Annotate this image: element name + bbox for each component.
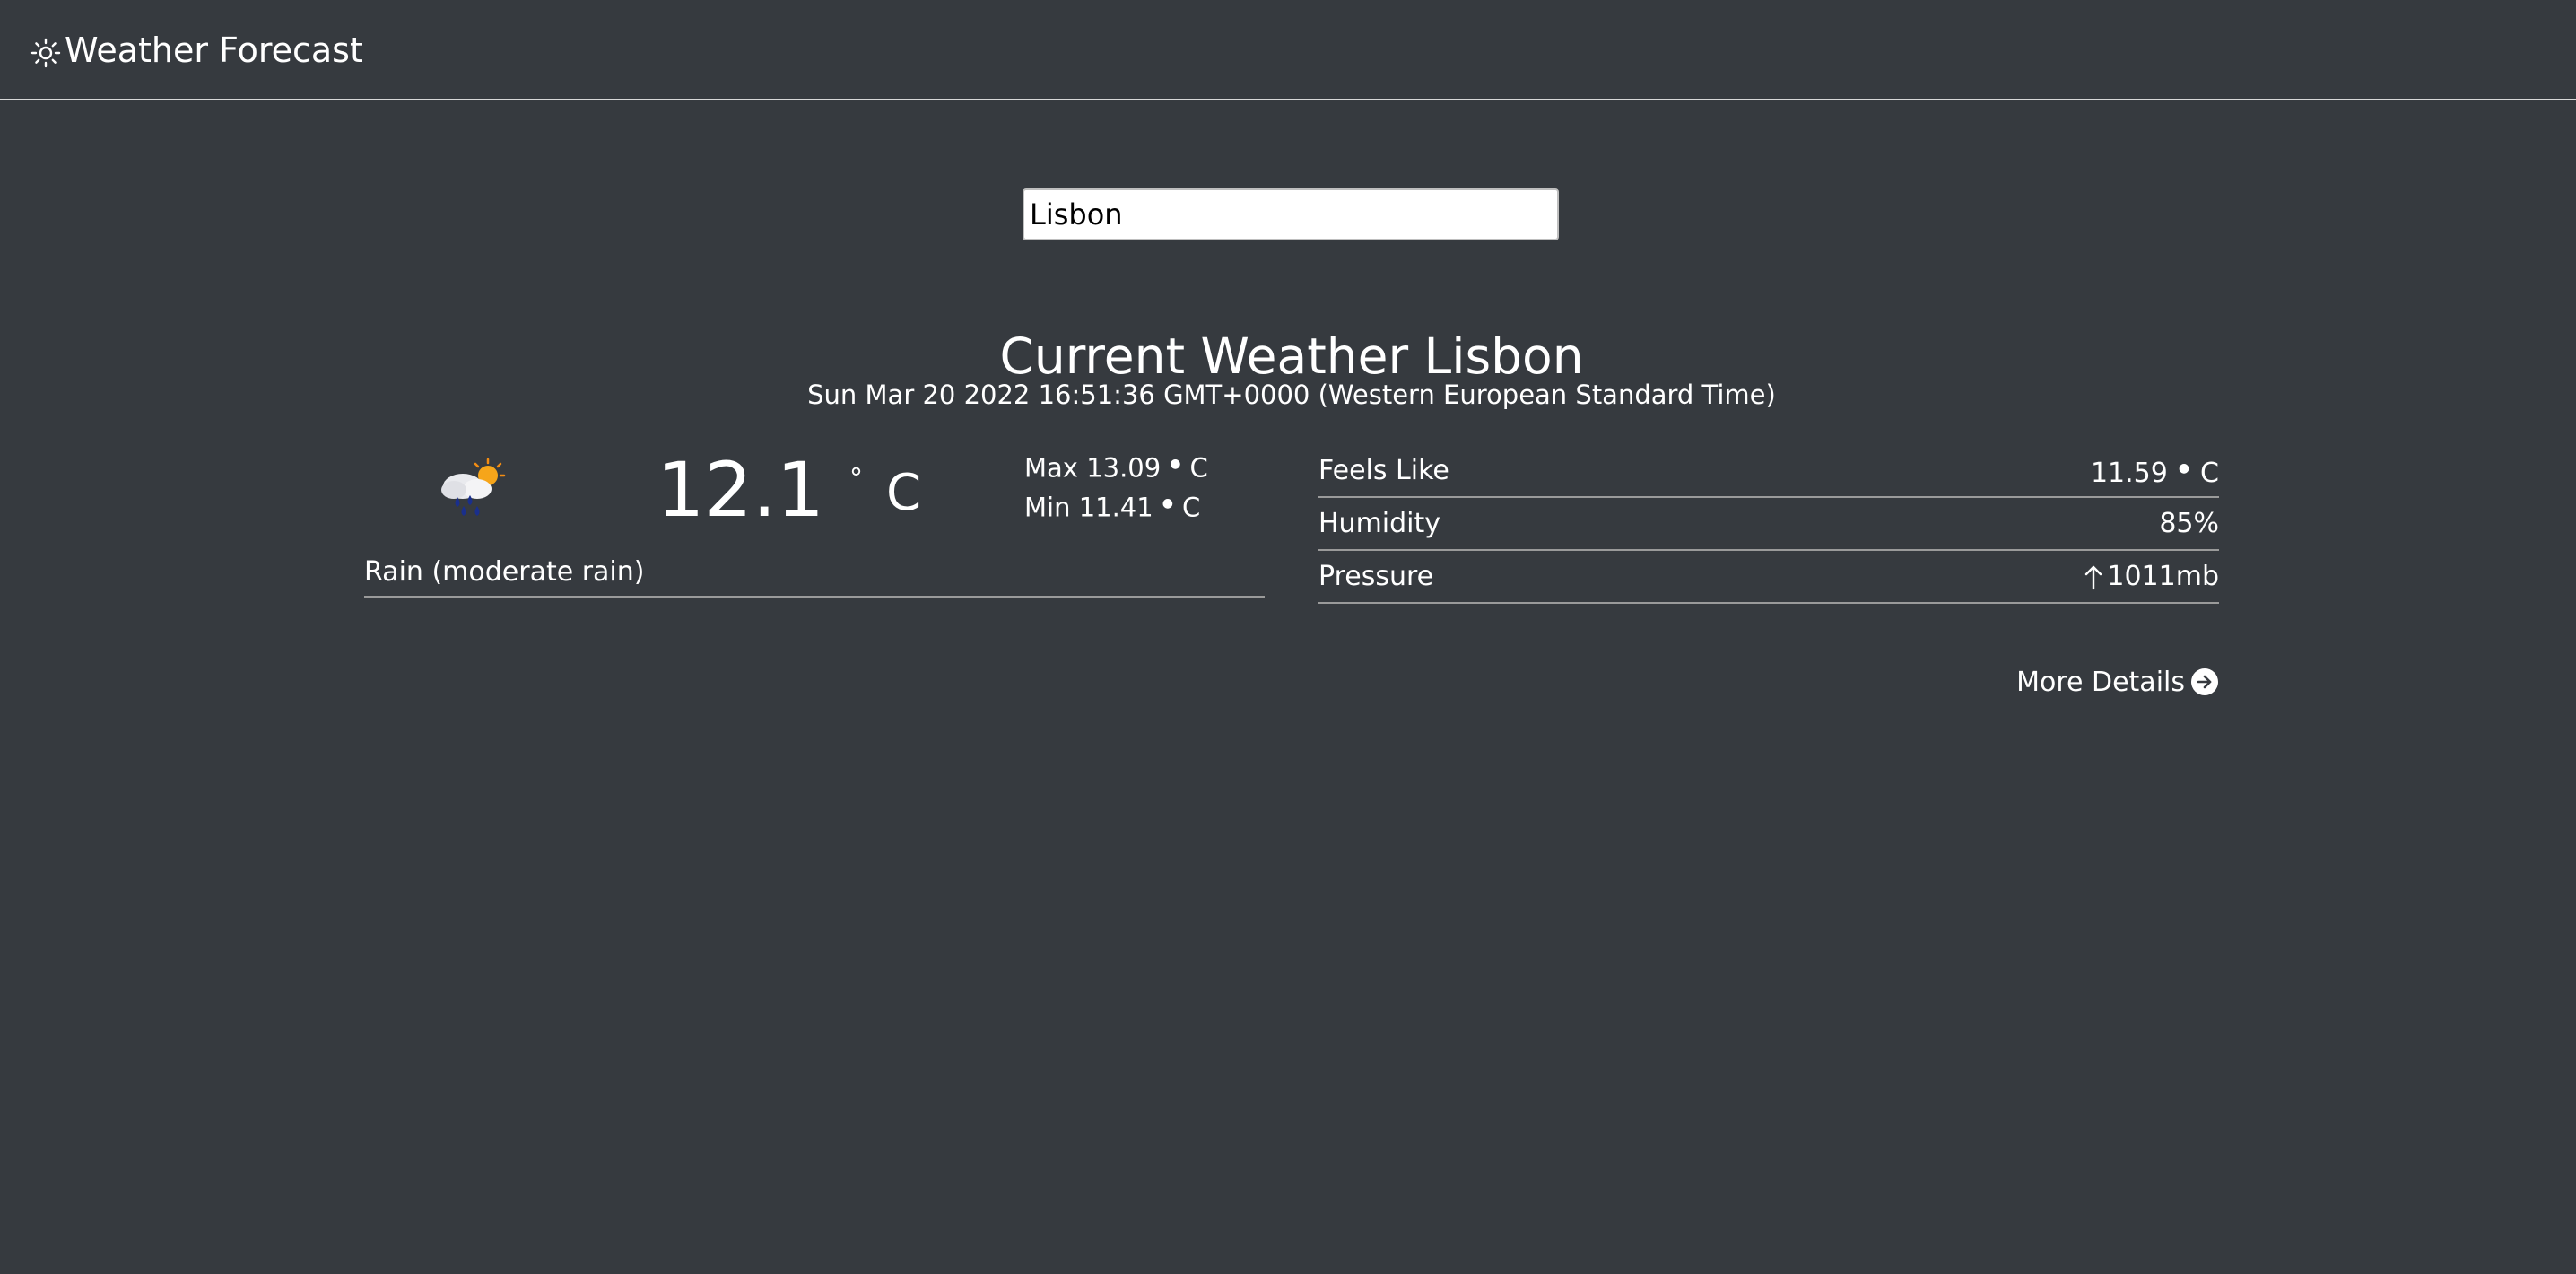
arrow-up-icon (2084, 563, 2103, 590)
min-unit: C (1181, 492, 1201, 523)
city-search-input[interactable] (1023, 188, 1559, 240)
weather-description: Rain (moderate rain) (364, 549, 1265, 598)
brand-title: Weather Forecast (65, 31, 363, 70)
degree-dot: ● (2178, 460, 2190, 476)
humidity-value: 85% (2159, 507, 2219, 539)
current-datetime: Sun Mar 20 2022 16:51:36 GMT+0000 (Weste… (807, 380, 1776, 410)
degree-dot: ● (1170, 457, 1181, 471)
feels-like-unit: C (2200, 457, 2219, 489)
more-details-label: More Details (2016, 666, 2185, 698)
min-value: 11.41 (1078, 492, 1153, 523)
details-list: Feels Like 11.59 ● C Humidity 85% Pressure… (1318, 445, 2219, 604)
current-temperature: 12.1 ° C (657, 445, 921, 535)
degree-dot: ● (1162, 496, 1173, 510)
max-value: 13.09 (1086, 452, 1162, 484)
pressure-value: 1011mb (2107, 560, 2219, 592)
pressure-label: Pressure (1318, 560, 1434, 592)
navbar: Weather Forecast (0, 0, 2576, 100)
more-details-link[interactable]: More Details (2016, 662, 2219, 702)
feels-like-row: Feels Like 11.59 ● C (1318, 445, 2219, 498)
temperature-value: 12.1 (657, 446, 825, 534)
arrow-right-circle-icon (2190, 668, 2219, 696)
brand-link[interactable]: Weather Forecast (30, 25, 363, 75)
humidity-label: Humidity (1318, 507, 1441, 539)
max-temperature: Max 13.09 ● C (1024, 446, 1258, 486)
sun-icon (30, 38, 61, 68)
max-unit: C (1189, 452, 1208, 484)
feels-like-value: 11.59 (2090, 457, 2168, 489)
max-label: Max (1024, 452, 1078, 484)
pressure-value-group: 1011mb (2084, 559, 2219, 595)
rain-cloud-sun-icon (436, 456, 511, 524)
feels-like-label: Feels Like (1318, 454, 1449, 486)
pressure-row: Pressure 1011mb (1318, 551, 2219, 604)
min-temperature: Min 11.41 ● C (1024, 485, 1258, 526)
temperature-unit: C (886, 464, 922, 522)
degree-symbol: ° (849, 463, 864, 494)
feels-like-value-group: 11.59 ● C (2091, 450, 2219, 492)
humidity-row: Humidity 85% (1318, 498, 2219, 551)
min-label: Min (1024, 492, 1071, 523)
